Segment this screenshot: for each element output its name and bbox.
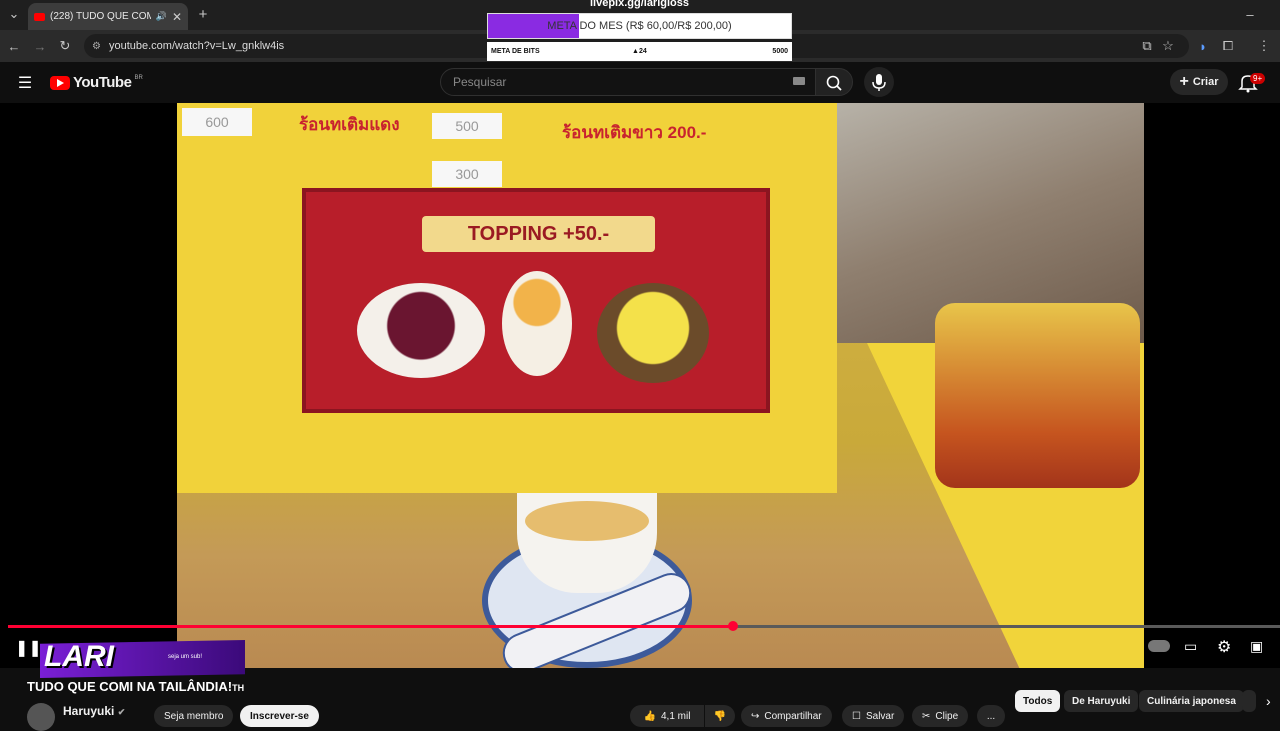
channel-avatar[interactable] bbox=[27, 703, 55, 731]
bits-goal-bar: META DE BITS ▲24 5000 bbox=[487, 42, 792, 61]
forward-icon[interactable]: → bbox=[32, 38, 48, 54]
price-tag: 600 bbox=[182, 108, 252, 136]
streamer-tagline: seja um sub! bbox=[168, 654, 203, 660]
menu-icon[interactable]: ⋮ bbox=[1256, 38, 1272, 54]
tab-search-icon[interactable]: ⌄ bbox=[6, 6, 22, 22]
voice-search-button[interactable] bbox=[864, 67, 894, 97]
bookmark-star-icon[interactable]: ☆ bbox=[1160, 38, 1176, 54]
video-frame[interactable]: ร้อนทเติมแดง ร้อนทเติมขาว 200.- 600 500 … bbox=[177, 103, 1144, 668]
chip-from-channel[interactable]: De Haruyuki bbox=[1064, 690, 1139, 712]
thai-text-right: ร้อนทเติมขาว 200.- bbox=[562, 123, 707, 142]
tab-close-icon[interactable]: ✕ bbox=[172, 10, 182, 24]
youtube-favicon-icon bbox=[34, 12, 45, 21]
theater-mode-icon[interactable]: ▣ bbox=[1250, 638, 1263, 655]
chip-all[interactable]: Todos bbox=[1015, 690, 1061, 712]
country-code: BR bbox=[134, 74, 143, 81]
subscribe-button[interactable]: Inscrever-se bbox=[240, 705, 319, 727]
back-icon[interactable]: ← bbox=[6, 38, 22, 54]
bits-goal-label: META DE BITS bbox=[491, 48, 540, 55]
channel-name[interactable]: Haruyuki ✔ bbox=[63, 704, 125, 718]
like-button[interactable]: 👍 4,1 mil bbox=[630, 705, 704, 727]
install-icon[interactable]: ⧉ bbox=[1139, 38, 1155, 54]
search-button[interactable] bbox=[815, 68, 853, 96]
clip-button[interactable]: ✂ Clipe bbox=[912, 705, 969, 727]
verified-icon: ✔ bbox=[117, 707, 126, 717]
bits-current: ▲24 bbox=[632, 48, 647, 55]
donation-goal-bar: META DO MES (R$ 60,00/R$ 200,00) bbox=[487, 13, 792, 39]
scrubber-handle[interactable] bbox=[728, 621, 739, 631]
dislike-button[interactable]: 👎 bbox=[705, 705, 735, 727]
chip-japanese-cuisine[interactable]: Culinária japonesa bbox=[1139, 690, 1244, 712]
create-button[interactable]: + Criar bbox=[1170, 69, 1228, 95]
soup bbox=[525, 501, 649, 541]
streamer-name: LARI bbox=[44, 640, 114, 673]
url-text: youtube.com/watch?v=Lw_gnklw4is bbox=[108, 40, 285, 52]
extension-icon[interactable]: ◗ bbox=[1195, 38, 1211, 54]
streamer-badge: LARI seja um sub! bbox=[40, 640, 245, 678]
share-button[interactable]: ↪ Compartilhar bbox=[741, 705, 832, 727]
thai-text-left: ร้อนทเติมแดง bbox=[299, 115, 400, 134]
reload-icon[interactable]: ↻ bbox=[57, 38, 73, 54]
join-button[interactable]: Seja membro bbox=[154, 705, 234, 727]
notification-badge: 9+ bbox=[1250, 73, 1266, 84]
topping-label: TOPPING +50.- bbox=[422, 216, 655, 252]
speaker-icon[interactable]: 🔊 bbox=[156, 11, 167, 22]
donation-goal-label: META DO MES (R$ 60,00/R$ 200,00) bbox=[547, 20, 732, 32]
price-tag: 500 bbox=[432, 113, 502, 139]
video-player[interactable]: ร้อนทเติมแดง ร้อนทเติมขาว 200.- 600 500 … bbox=[0, 103, 1280, 668]
site-info-icon[interactable]: ⚙ bbox=[92, 41, 101, 52]
more-actions-button[interactable]: ... bbox=[977, 705, 1005, 727]
chip-partial[interactable] bbox=[1242, 690, 1256, 712]
settings-gear-icon[interactable]: ⚙ bbox=[1217, 637, 1231, 657]
overlay-url: livepix.gg/larigloss bbox=[589, 0, 690, 9]
progress-played bbox=[8, 625, 734, 628]
plus-icon: + bbox=[1179, 73, 1189, 90]
tab-title: (228) TUDO QUE COMI NA TAILÂNDIA! bbox=[50, 11, 151, 22]
price-tag: 300 bbox=[432, 161, 502, 187]
minimize-icon[interactable]: – bbox=[1242, 6, 1258, 22]
video-title: TUDO QUE COMI NA TAILÂNDIA!TH bbox=[27, 679, 245, 694]
subtitles-icon[interactable]: ▭ bbox=[1184, 638, 1197, 655]
youtube-logo[interactable]: YouTube BR bbox=[50, 74, 143, 91]
keyboard-icon[interactable] bbox=[793, 77, 805, 85]
corn-bowl bbox=[597, 283, 709, 383]
save-button[interactable]: ☐ Salvar bbox=[842, 705, 905, 727]
bits-target: 5000 bbox=[772, 48, 788, 55]
search-icon bbox=[826, 75, 842, 91]
create-label: Criar bbox=[1192, 76, 1219, 88]
browser-tab[interactable]: (228) TUDO QUE COMI NA TAILÂNDIA! 🔊 ✕ bbox=[28, 3, 188, 30]
extensions-puzzle-icon[interactable]: ⧠ bbox=[1220, 38, 1236, 54]
egg-cup bbox=[502, 271, 572, 376]
chips-next-icon[interactable]: › bbox=[1266, 693, 1271, 709]
livepix-overlay: livepix.gg/larigloss META DO MES (R$ 60,… bbox=[487, 0, 792, 62]
search-input[interactable]: Pesquisar bbox=[440, 68, 816, 96]
new-tab-button[interactable]: + bbox=[195, 6, 211, 23]
search-placeholder: Pesquisar bbox=[453, 75, 507, 89]
red-beans-bowl bbox=[357, 283, 485, 378]
gift-basket bbox=[935, 303, 1140, 488]
hamburger-menu-icon[interactable]: ☰ bbox=[16, 74, 34, 92]
microphone-icon bbox=[872, 74, 886, 91]
pause-icon[interactable]: ❚❚ bbox=[15, 638, 42, 658]
youtube-play-icon bbox=[50, 75, 70, 90]
autoplay-toggle-icon[interactable] bbox=[1148, 640, 1170, 652]
youtube-wordmark: YouTube bbox=[73, 74, 132, 91]
youtube-header: ☰ YouTube BR Pesquisar + Criar bbox=[0, 62, 1280, 103]
